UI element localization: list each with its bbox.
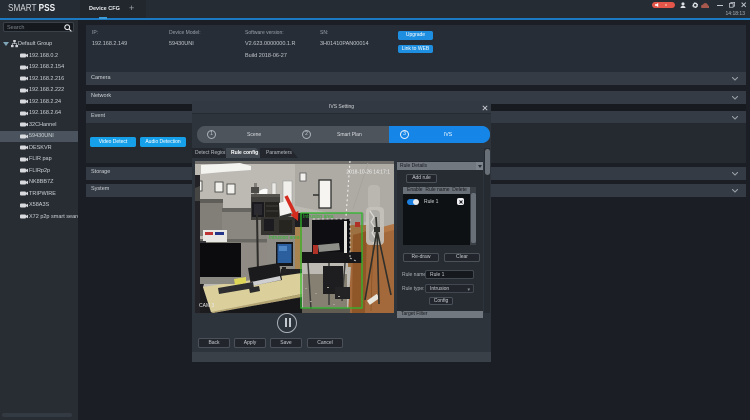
svg-text:CAM 3: CAM 3 [199,303,215,309]
svg-text:Intrusion area: Intrusion area [269,235,300,241]
svg-text:2018-10-26 14:17:1: 2018-10-26 14:17:1 [346,170,390,176]
svg-text:Intrusion area: Intrusion area [303,214,334,220]
